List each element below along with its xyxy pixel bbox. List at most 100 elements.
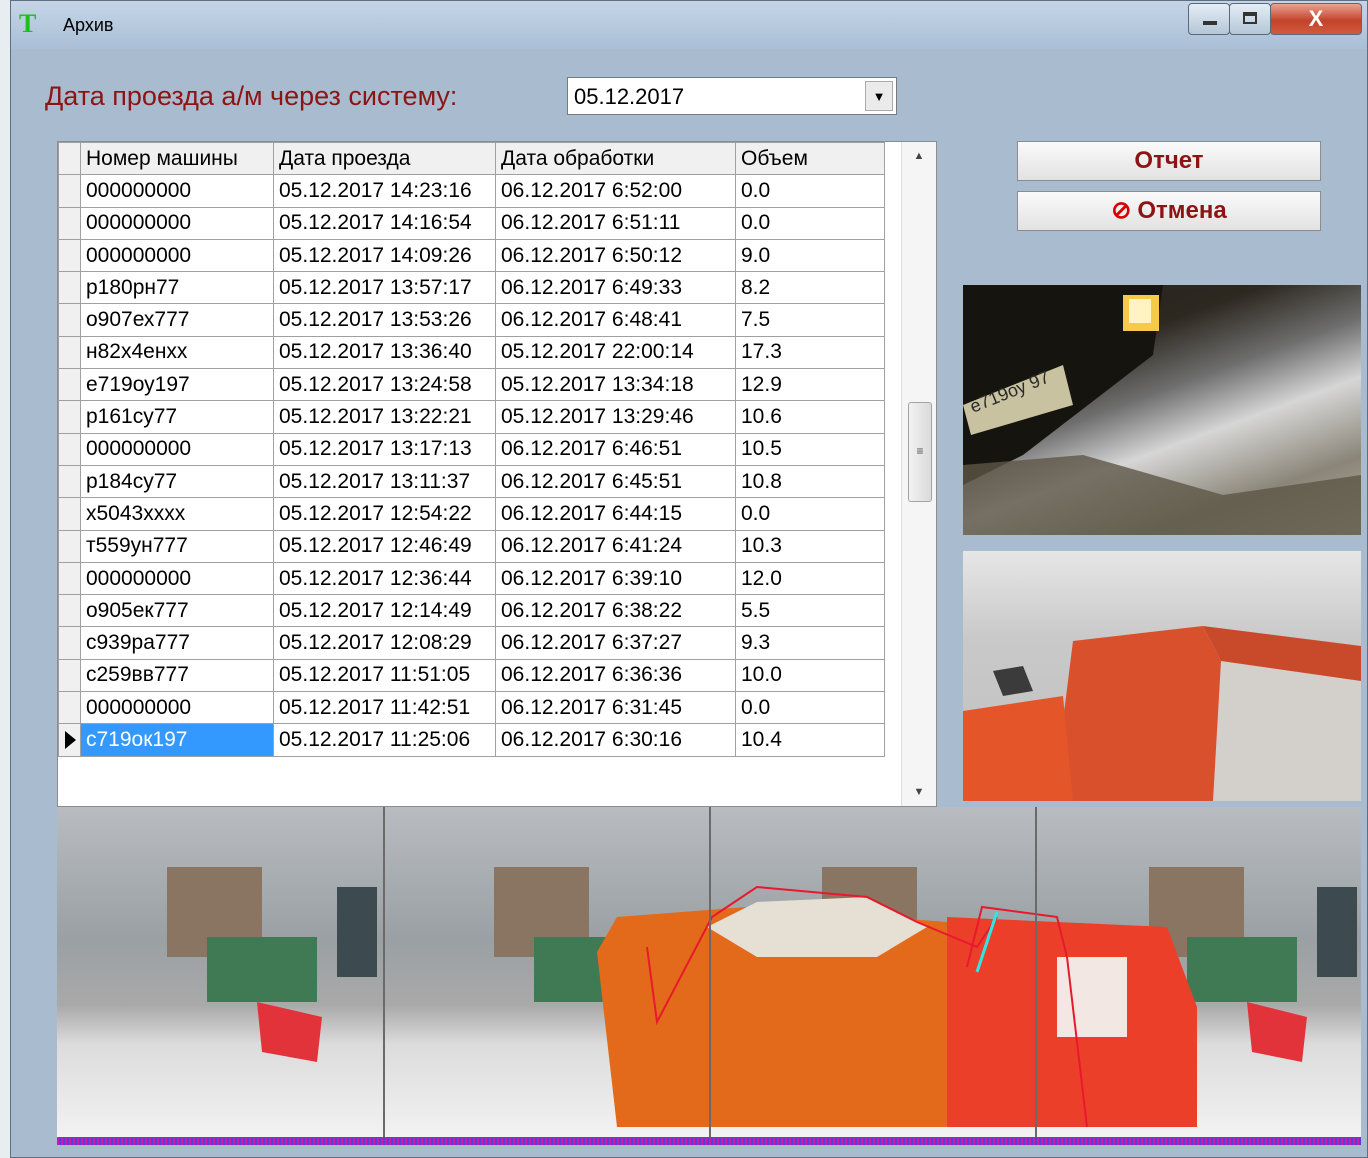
date-select[interactable]: 05.12.2017 ▼: [567, 77, 897, 115]
cell-volume[interactable]: 5.5: [735, 594, 885, 628]
cell-pass-date[interactable]: 05.12.2017 13:24:58: [273, 368, 496, 402]
scroll-up-icon[interactable]: ▲: [902, 142, 936, 170]
row-indicator[interactable]: [58, 335, 81, 370]
row-indicator[interactable]: [58, 529, 81, 563]
cell-processed-date[interactable]: 06.12.2017 6:46:51: [495, 432, 736, 466]
cell-plate[interactable]: е719оу197: [80, 368, 274, 402]
cell-plate[interactable]: 000000000: [80, 206, 274, 240]
passes-grid[interactable]: Номер машины Дата проезда Дата обработки…: [57, 141, 937, 807]
row-indicator[interactable]: [58, 691, 81, 725]
cell-pass-date[interactable]: 05.12.2017 11:51:05: [273, 658, 496, 693]
row-indicator[interactable]: [58, 238, 81, 273]
column-header-plate[interactable]: Номер машины: [80, 142, 274, 176]
table-row[interactable]: 000000000 05.12.2017 12:36:44 06.12.2017 6…: [58, 561, 885, 596]
cell-processed-date[interactable]: 05.12.2017 13:34:18: [495, 368, 736, 402]
cell-plate[interactable]: 000000000: [80, 238, 274, 273]
table-row[interactable]: 000000000 05.12.2017 14:16:54 06.12.2017 6…: [58, 206, 885, 240]
cell-volume[interactable]: 0.0: [735, 174, 885, 208]
grid-scrollbar[interactable]: ▲ ≡ ▼: [901, 142, 936, 806]
cell-pass-date[interactable]: 05.12.2017 13:11:37: [273, 464, 496, 499]
cell-plate[interactable]: 000000000: [80, 691, 274, 725]
row-indicator[interactable]: [58, 658, 81, 693]
table-row[interactable]: с259вв777 05.12.2017 11:51:05 06.12.2017 6…: [58, 658, 885, 693]
cell-volume[interactable]: 17.3: [735, 335, 885, 370]
cell-volume[interactable]: 0.0: [735, 497, 885, 531]
cell-plate[interactable]: о907ех777: [80, 303, 274, 337]
minimize-button[interactable]: [1188, 3, 1230, 35]
row-indicator[interactable]: [58, 271, 81, 305]
cell-plate[interactable]: 000000000: [80, 561, 274, 596]
table-row[interactable]: р161су77 05.12.2017 13:22:21 05.12.2017 13…: [58, 400, 885, 434]
table-row[interactable]: х5043хххх 05.12.2017 12:54:22 06.12.2017 6…: [58, 497, 885, 531]
cell-plate[interactable]: с259вв777: [80, 658, 274, 693]
cell-pass-date[interactable]: 05.12.2017 13:53:26: [273, 303, 496, 337]
report-button[interactable]: Отчет: [1017, 141, 1321, 181]
table-row[interactable]: р184су77 05.12.2017 13:11:37 06.12.2017 6:…: [58, 464, 885, 499]
cell-pass-date[interactable]: 05.12.2017 13:17:13: [273, 432, 496, 466]
cell-processed-date[interactable]: 06.12.2017 6:31:45: [495, 691, 736, 725]
cell-processed-date[interactable]: 06.12.2017 6:39:10: [495, 561, 736, 596]
cell-processed-date[interactable]: 06.12.2017 6:51:11: [495, 206, 736, 240]
cell-pass-date[interactable]: 05.12.2017 12:46:49: [273, 529, 496, 563]
cell-plate[interactable]: с719ок197: [80, 723, 274, 757]
cell-plate[interactable]: 000000000: [80, 432, 274, 466]
row-indicator[interactable]: [58, 594, 81, 628]
cell-volume[interactable]: 7.5: [735, 303, 885, 337]
cell-pass-date[interactable]: 05.12.2017 11:25:06: [273, 723, 496, 757]
row-indicator[interactable]: [58, 400, 81, 434]
cell-volume[interactable]: 10.6: [735, 400, 885, 434]
cell-plate[interactable]: т559ун777: [80, 529, 274, 563]
cell-processed-date[interactable]: 06.12.2017 6:41:24: [495, 529, 736, 563]
cell-processed-date[interactable]: 06.12.2017 6:48:41: [495, 303, 736, 337]
cell-plate[interactable]: р180рн77: [80, 271, 274, 305]
cell-pass-date[interactable]: 05.12.2017 12:54:22: [273, 497, 496, 531]
cell-processed-date[interactable]: 06.12.2017 6:49:33: [495, 271, 736, 305]
row-indicator[interactable]: [58, 303, 81, 337]
cell-processed-date[interactable]: 06.12.2017 6:50:12: [495, 238, 736, 273]
table-row[interactable]: о907ех777 05.12.2017 13:53:26 06.12.2017 6…: [58, 303, 885, 337]
cell-processed-date[interactable]: 06.12.2017 6:36:36: [495, 658, 736, 693]
cell-volume[interactable]: 10.4: [735, 723, 885, 757]
cell-pass-date[interactable]: 05.12.2017 12:14:49: [273, 594, 496, 628]
cell-processed-date[interactable]: 05.12.2017 13:29:46: [495, 400, 736, 434]
title-bar[interactable]: T Архив X: [11, 1, 1367, 49]
cell-processed-date[interactable]: 05.12.2017 22:00:14: [495, 335, 736, 370]
table-row[interactable]: н82х4енхх 05.12.2017 13:36:40 05.12.2017 2…: [58, 335, 885, 370]
cell-plate[interactable]: с939ра777: [80, 626, 274, 660]
cell-volume[interactable]: 10.3: [735, 529, 885, 563]
cell-processed-date[interactable]: 06.12.2017 6:45:51: [495, 464, 736, 499]
table-row[interactable]: р180рн77 05.12.2017 13:57:17 06.12.2017 6:…: [58, 271, 885, 305]
cell-plate[interactable]: 000000000: [80, 174, 274, 208]
cell-plate[interactable]: о905ек777: [80, 594, 274, 628]
cell-pass-date[interactable]: 05.12.2017 12:08:29: [273, 626, 496, 660]
cell-plate[interactable]: н82х4енхх: [80, 335, 274, 370]
table-row[interactable]: 000000000 05.12.2017 14:09:26 06.12.2017 6…: [58, 238, 885, 273]
cell-plate[interactable]: р184су77: [80, 464, 274, 499]
cell-processed-date[interactable]: 06.12.2017 6:37:27: [495, 626, 736, 660]
table-row[interactable]: т559ун777 05.12.2017 12:46:49 06.12.2017 6…: [58, 529, 885, 563]
row-indicator[interactable]: [58, 626, 81, 660]
cell-pass-date[interactable]: 05.12.2017 13:57:17: [273, 271, 496, 305]
cell-volume[interactable]: 9.3: [735, 626, 885, 660]
row-indicator[interactable]: [58, 561, 81, 596]
table-row[interactable]: с939ра777 05.12.2017 12:08:29 06.12.2017 6…: [58, 626, 885, 660]
cell-volume[interactable]: 10.8: [735, 464, 885, 499]
table-row[interactable]: 000000000 05.12.2017 14:23:16 06.12.2017 6…: [58, 174, 885, 208]
row-indicator[interactable]: [58, 723, 81, 757]
column-header-volume[interactable]: Объем: [735, 142, 885, 176]
row-indicator[interactable]: [58, 174, 81, 208]
cell-pass-date[interactable]: 05.12.2017 13:36:40: [273, 335, 496, 370]
cell-volume[interactable]: 12.0: [735, 561, 885, 596]
cell-volume[interactable]: 10.0: [735, 658, 885, 693]
cell-volume[interactable]: 10.5: [735, 432, 885, 466]
row-indicator[interactable]: [58, 432, 81, 466]
table-row[interactable]: 000000000 05.12.2017 13:17:13 06.12.2017 6…: [58, 432, 885, 466]
table-row[interactable]: е719оу197 05.12.2017 13:24:58 05.12.2017 1…: [58, 368, 885, 402]
maximize-button[interactable]: [1229, 3, 1271, 35]
cell-volume[interactable]: 0.0: [735, 206, 885, 240]
cell-pass-date[interactable]: 05.12.2017 14:16:54: [273, 206, 496, 240]
table-row[interactable]: о905ек777 05.12.2017 12:14:49 06.12.2017 6…: [58, 594, 885, 628]
cell-volume[interactable]: 12.9: [735, 368, 885, 402]
table-row[interactable]: 000000000 05.12.2017 11:42:51 06.12.2017 6…: [58, 691, 885, 725]
scroll-down-icon[interactable]: ▼: [902, 778, 936, 806]
